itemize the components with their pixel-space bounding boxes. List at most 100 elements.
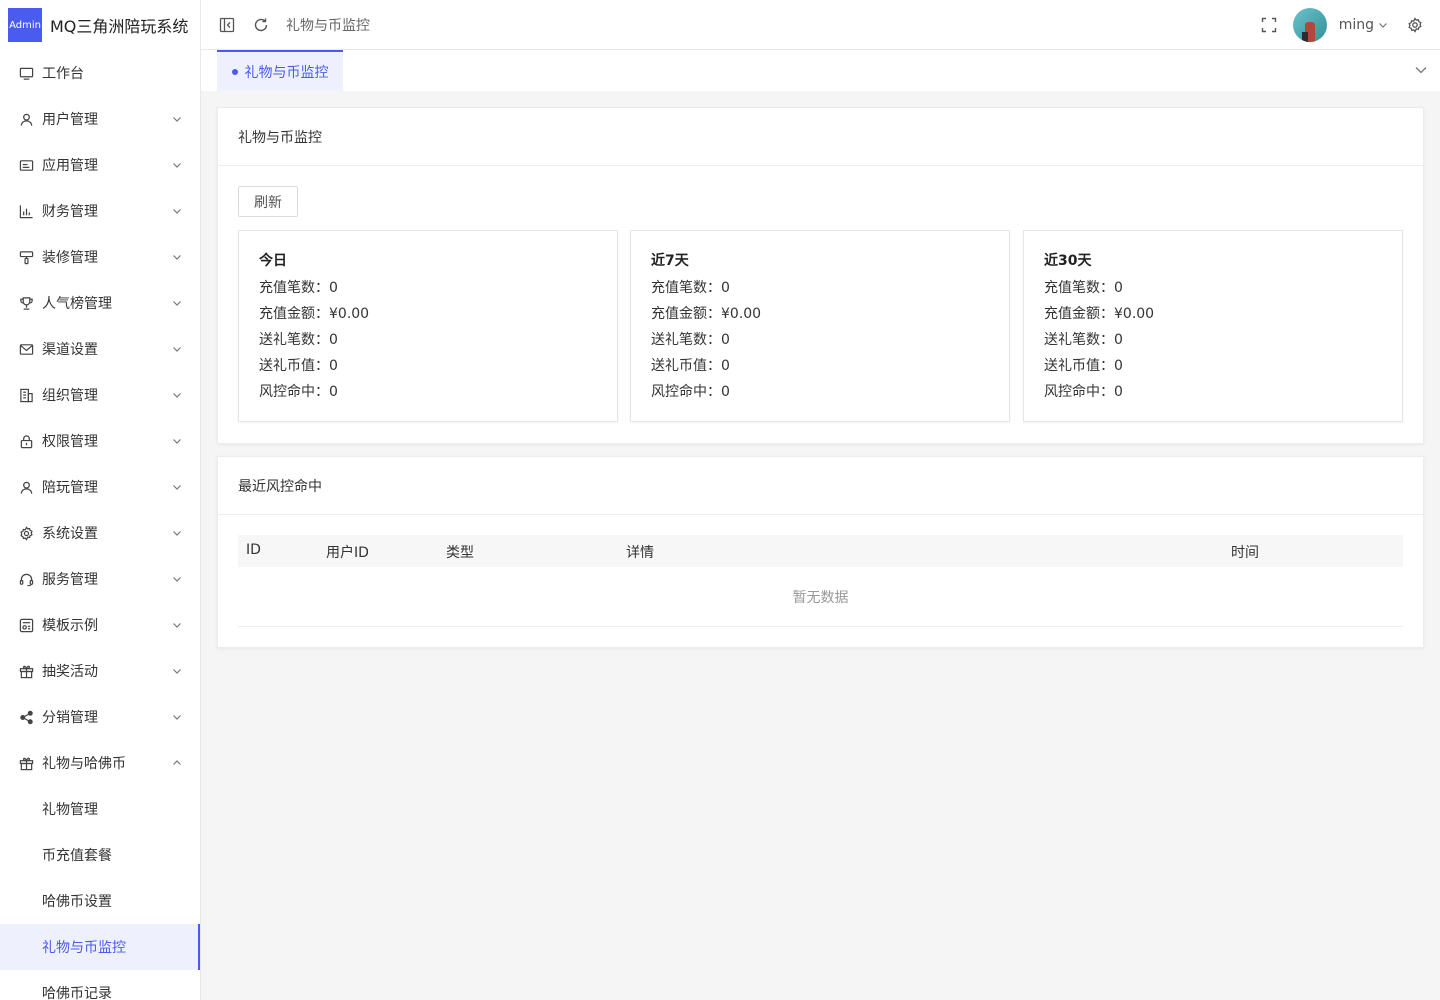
chevron-down-icon (172, 528, 182, 538)
avatar-figure-shadow (1301, 32, 1308, 42)
sidebar-item-label: 陪玩管理 (42, 480, 98, 496)
sidebar: Admin MQ三角洲陪玩系统 工作台 用户管理 应用管理 财务管理 装修管理 人气榜管理… (0, 0, 201, 1000)
sidebar-item[interactable]: 模板示例 (0, 602, 200, 648)
stat-recharge-count: 充值笔数：0 (1044, 280, 1123, 296)
stat-risk-hits: 风控命中：0 (651, 384, 730, 400)
user-icon (18, 479, 34, 495)
template-icon (18, 617, 34, 633)
stat-risk-hits: 风控命中：0 (1044, 384, 1123, 400)
sidebar-item[interactable]: 系统设置 (0, 510, 200, 556)
sidebar-menu: 工作台用户管理应用管理财务管理装修管理人气榜管理渠道设置组织管理权限管理陪玩管理… (0, 50, 200, 1000)
user-name[interactable]: ming (1339, 17, 1374, 33)
fullscreen-icon[interactable] (1260, 16, 1278, 34)
sidebar-subitem[interactable]: 礼物管理 (0, 786, 200, 832)
sidebar-item-label: 人气榜管理 (42, 296, 112, 312)
header-right: ming (1260, 0, 1424, 50)
trophy-icon (18, 295, 34, 311)
chevron-down-icon (172, 160, 182, 170)
gear-icon (18, 525, 34, 541)
avatar[interactable] (1292, 8, 1327, 42)
chevron-down-icon[interactable] (1378, 20, 1388, 30)
mail-icon (18, 341, 34, 357)
risk-hits-card: 最近风控命中 ID 用户ID 类型 详情 时间 暂无数据 (217, 456, 1424, 648)
stat-gift-coin-value: 送礼币值：0 (1044, 358, 1123, 374)
brush-icon (18, 249, 34, 265)
sidebar-item[interactable]: 财务管理 (0, 188, 200, 234)
tab-bar: 礼物与币监控 (201, 50, 1440, 91)
sidebar-item-label: 服务管理 (42, 572, 98, 588)
sidebar-item-label: 抽奖活动 (42, 664, 98, 680)
sidebar-item-label: 应用管理 (42, 158, 98, 174)
column-header-type[interactable]: 类型 (446, 542, 474, 562)
stat-recharge-amount: 充值金额：¥0.00 (259, 306, 370, 322)
sidebar-item[interactable]: 陪玩管理 (0, 464, 200, 510)
sidebar-subitem[interactable]: 哈佛币设置 (0, 878, 200, 924)
logo: Admin (8, 8, 42, 42)
share-icon (18, 709, 34, 725)
chevron-down-icon (172, 712, 182, 722)
sidebar-item[interactable]: 权限管理 (0, 418, 200, 464)
stat-gift-coin-value: 送礼币值：0 (259, 358, 338, 374)
app-card-icon (18, 157, 34, 173)
tab-gift-coin-monitor[interactable]: 礼物与币监控 (217, 50, 343, 91)
sidebar-item[interactable]: 渠道设置 (0, 326, 200, 372)
sidebar-item[interactable]: 用户管理 (0, 96, 200, 142)
building-icon (18, 387, 34, 403)
sidebar-item-label: 渠道设置 (42, 342, 98, 358)
tab-active-dot (231, 68, 238, 75)
monitor-card-title: 礼物与币监控 (218, 108, 1423, 166)
column-header-time[interactable]: 时间 (1231, 542, 1259, 562)
sidebar-subitem[interactable]: 哈佛币记录 (0, 970, 200, 1000)
sidebar-item-label: 分销管理 (42, 710, 98, 726)
sidebar-item[interactable]: 分销管理 (0, 694, 200, 740)
stat-box-30days: 近30天 充值笔数：0 充值金额：¥0.00 送礼笔数：0 送礼币值：0 风控命… (1023, 230, 1403, 422)
stat-risk-hits: 风控命中：0 (259, 384, 338, 400)
gift-icon (18, 755, 34, 771)
sidebar-item-label: 用户管理 (42, 112, 98, 128)
risk-card-title: 最近风控命中 (218, 457, 1423, 515)
stat-recharge-amount: 充值金额：¥0.00 (651, 306, 762, 322)
sidebar-item[interactable]: 装修管理 (0, 234, 200, 280)
refresh-button[interactable]: 刷新 (238, 186, 298, 217)
stat-gift-count: 送礼笔数：0 (1044, 332, 1123, 348)
settings-gear-icon[interactable] (1406, 16, 1424, 34)
monitor-icon (18, 65, 34, 81)
tabs-more-chevron-icon[interactable] (1414, 63, 1428, 77)
chevron-down-icon (172, 298, 182, 308)
column-header-user-id[interactable]: 用户ID (326, 542, 369, 562)
sidebar-item[interactable]: 礼物与哈佛币 (0, 740, 200, 786)
chevron-down-icon (172, 482, 182, 492)
sidebar-item[interactable]: 组织管理 (0, 372, 200, 418)
sidebar-subitem[interactable]: 币充值套餐 (0, 832, 200, 878)
lock-icon (18, 433, 34, 449)
user-icon (18, 111, 34, 127)
stat-recharge-count: 充值笔数：0 (259, 280, 338, 296)
chevron-down-icon (172, 666, 182, 676)
table-empty-state: 暂无数据 (238, 567, 1403, 627)
chart-icon (18, 203, 34, 219)
column-header-id[interactable]: ID (246, 542, 261, 558)
sidebar-item[interactable]: 服务管理 (0, 556, 200, 602)
table-header: ID 用户ID 类型 详情 时间 (238, 535, 1403, 567)
sidebar-item-label: 财务管理 (42, 204, 98, 220)
sidebar-subitem[interactable]: 礼物与币监控 (0, 924, 200, 970)
sidebar-item[interactable]: 工作台 (0, 50, 200, 96)
sidebar-item[interactable]: 应用管理 (0, 142, 200, 188)
column-header-detail[interactable]: 详情 (626, 542, 654, 562)
chevron-down-icon (172, 252, 182, 262)
chevron-up-icon (172, 758, 182, 768)
stat-title: 近30天 (1044, 253, 1092, 269)
top-header: 礼物与币监控 ming (201, 0, 1440, 50)
sidebar-item-label: 工作台 (42, 66, 84, 82)
chevron-down-icon (172, 390, 182, 400)
sidebar-item-label: 组织管理 (42, 388, 98, 404)
chevron-down-icon (172, 206, 182, 216)
sidebar-item[interactable]: 抽奖活动 (0, 648, 200, 694)
chevron-down-icon (172, 344, 182, 354)
collapse-sidebar-icon[interactable] (218, 16, 236, 34)
refresh-icon[interactable] (252, 16, 270, 34)
stat-recharge-amount: 充值金额：¥0.00 (1044, 306, 1155, 322)
sidebar-item[interactable]: 人气榜管理 (0, 280, 200, 326)
chevron-down-icon (172, 620, 182, 630)
sidebar-item-label: 系统设置 (42, 526, 98, 542)
